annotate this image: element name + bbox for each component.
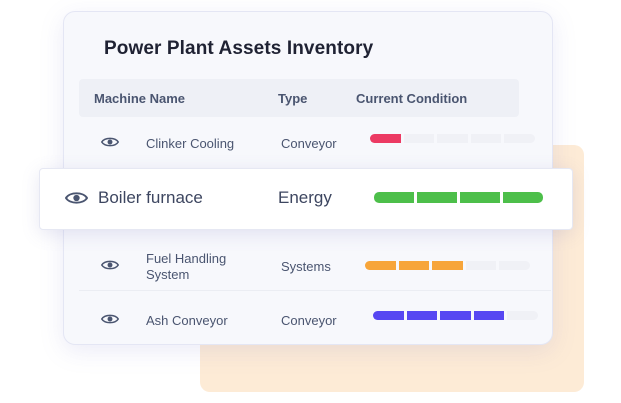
condition-segment-filled [374, 192, 414, 203]
condition-segment-empty [437, 134, 468, 143]
condition-bar [373, 311, 538, 320]
row-divider [79, 290, 551, 291]
eye-icon[interactable] [101, 313, 119, 325]
condition-segment-filled [406, 311, 438, 320]
machine-type: Conveyor [281, 313, 337, 328]
condition-segment-filled [432, 261, 463, 270]
eye-icon[interactable] [101, 136, 119, 148]
machine-type: Energy [278, 188, 332, 207]
machine-name: Boiler furnace [98, 188, 203, 207]
column-header-machine-name: Machine Name [94, 91, 186, 106]
condition-bar [365, 261, 530, 270]
condition-segment-filled [503, 192, 543, 203]
eye-icon[interactable] [65, 190, 88, 206]
condition-segment-empty [470, 134, 502, 143]
eye-icon[interactable] [101, 259, 119, 271]
machine-name-line2: System [146, 267, 190, 282]
machine-name: Clinker Cooling [146, 136, 235, 151]
condition-bar [370, 134, 535, 143]
condition-segment-filled [370, 134, 401, 143]
column-header-type: Type [278, 91, 308, 106]
condition-bar [374, 192, 543, 203]
machine-type: Conveyor [281, 136, 337, 151]
card-title: Power Plant Assets Inventory [104, 38, 374, 59]
condition-segment-empty [499, 261, 530, 270]
condition-segment-filled [473, 311, 505, 320]
condition-segment-filled [365, 261, 396, 270]
condition-segment-empty [507, 311, 538, 320]
machine-name: Ash Conveyor [146, 313, 228, 328]
column-header-current-condition: Current Condition [356, 91, 468, 106]
condition-segment-filled [440, 311, 471, 320]
condition-segment-empty [465, 261, 497, 270]
machine-type: Systems [281, 259, 331, 274]
machine-name-line1: Fuel Handling [146, 251, 227, 266]
condition-segment-filled [398, 261, 430, 270]
condition-segment-filled [417, 192, 457, 203]
condition-segment-filled [373, 311, 404, 320]
condition-segment-empty [403, 134, 435, 143]
condition-segment-filled [460, 192, 500, 203]
condition-segment-empty [504, 134, 535, 143]
